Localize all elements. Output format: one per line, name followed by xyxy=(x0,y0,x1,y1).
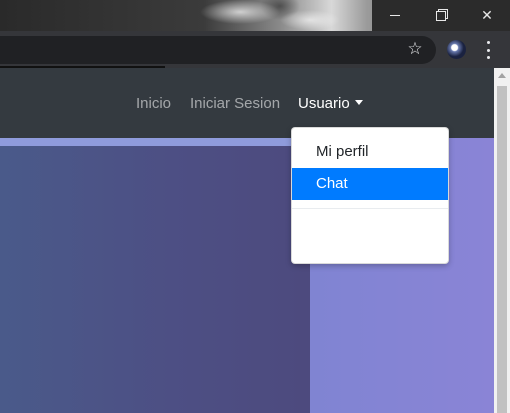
page-scrollbar[interactable] xyxy=(494,68,510,413)
kebab-menu-icon[interactable] xyxy=(481,41,495,59)
avatar[interactable] xyxy=(447,40,466,59)
caret-down-icon xyxy=(354,100,363,105)
window-controls: ✕ xyxy=(372,0,510,31)
window-titlebar: ✕ xyxy=(0,0,510,31)
nav-link-iniciar-sesion[interactable]: Iniciar Sesion xyxy=(190,95,280,113)
titlebar-background-art xyxy=(180,0,380,31)
nav-link-inicio[interactable]: Inicio xyxy=(136,95,171,113)
browser-toolbar: ☆ xyxy=(0,31,510,69)
nav-dropdown-usuario[interactable]: Usuario xyxy=(298,95,363,113)
page-viewport: Inicio Iniciar Sesion Usuario Mi perfil … xyxy=(0,68,494,413)
dropdown-divider xyxy=(292,208,448,209)
dropdown-item-chat[interactable]: Chat xyxy=(292,168,448,200)
dropdown-item-mi-perfil[interactable]: Mi perfil xyxy=(292,136,448,168)
star-icon[interactable]: ☆ xyxy=(405,39,425,59)
restore-icon[interactable] xyxy=(418,0,464,31)
close-icon[interactable]: ✕ xyxy=(464,0,510,31)
hero-panel xyxy=(0,146,310,413)
user-dropdown-menu: Mi perfil Chat xyxy=(291,127,449,264)
hero-top-band xyxy=(0,138,310,146)
scrollbar-thumb[interactable] xyxy=(497,86,507,413)
nav-dropdown-usuario-label: Usuario xyxy=(298,95,350,112)
address-bar[interactable] xyxy=(0,36,436,69)
minimize-icon[interactable] xyxy=(372,0,418,31)
scroll-up-icon[interactable] xyxy=(498,73,506,78)
